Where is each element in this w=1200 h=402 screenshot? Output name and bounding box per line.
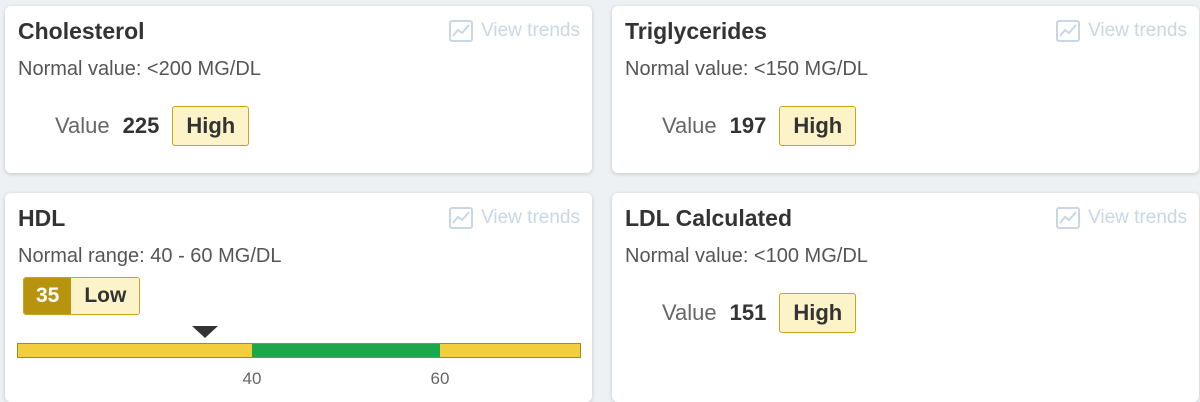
normal-value-text: Normal value: <150 MG/DL	[625, 58, 868, 80]
view-trends-link[interactable]: View trends	[1056, 20, 1187, 42]
ldl-card: LDL Calculated View trends Normal value:…	[612, 193, 1199, 402]
value-row: Value 151 High	[662, 293, 857, 333]
range-high-segment	[439, 344, 580, 357]
value-number: 225	[122, 113, 160, 138]
trend-chart-icon	[1056, 20, 1081, 42]
range-low-segment	[18, 344, 253, 357]
trend-chart-icon	[449, 207, 474, 229]
range-tick-low: 40	[242, 369, 262, 388]
normal-range-text: Normal range: 40 - 60 MG/DL	[18, 245, 282, 267]
normal-value-text: Normal value: <100 MG/DL	[625, 245, 868, 267]
hdl-card: HDL View trends Normal range: 40 - 60 MG…	[5, 193, 592, 402]
value-marker-icon	[192, 326, 218, 338]
range-bar	[17, 343, 581, 358]
status-badge: High	[172, 106, 250, 146]
hdl-status-label: Low	[71, 278, 140, 314]
value-number: 151	[729, 300, 767, 325]
card-title: Cholesterol	[18, 18, 145, 44]
hdl-value-number: 35	[24, 278, 72, 314]
card-title: LDL Calculated	[625, 205, 792, 231]
trend-chart-icon	[449, 20, 474, 42]
value-row: Value 225 High	[55, 106, 250, 146]
triglycerides-card: Triglycerides View trends Normal value: …	[612, 6, 1199, 173]
trend-chart-icon	[1056, 207, 1081, 229]
range-tick-high: 60	[430, 369, 450, 388]
cholesterol-card: Cholesterol View trends Normal value: <2…	[5, 6, 592, 173]
value-number: 197	[729, 113, 767, 138]
value-label: Value	[55, 113, 110, 138]
view-trends-label: View trends	[1088, 20, 1187, 41]
view-trends-label: View trends	[481, 207, 580, 228]
view-trends-link[interactable]: View trends	[449, 207, 580, 229]
view-trends-label: View trends	[481, 20, 580, 41]
card-title: HDL	[18, 205, 66, 231]
view-trends-link[interactable]: View trends	[449, 20, 580, 42]
value-row: Value 197 High	[662, 106, 857, 146]
status-badge: High	[779, 106, 857, 146]
normal-value-text: Normal value: <200 MG/DL	[18, 58, 261, 80]
status-badge: High	[779, 293, 857, 333]
view-trends-link[interactable]: View trends	[1056, 207, 1187, 229]
range-normal-segment	[252, 344, 440, 357]
hdl-value-badge: 35 Low	[23, 277, 141, 315]
value-label: Value	[662, 113, 717, 138]
value-label: Value	[662, 300, 717, 325]
view-trends-label: View trends	[1088, 207, 1187, 228]
card-title: Triglycerides	[625, 18, 767, 44]
